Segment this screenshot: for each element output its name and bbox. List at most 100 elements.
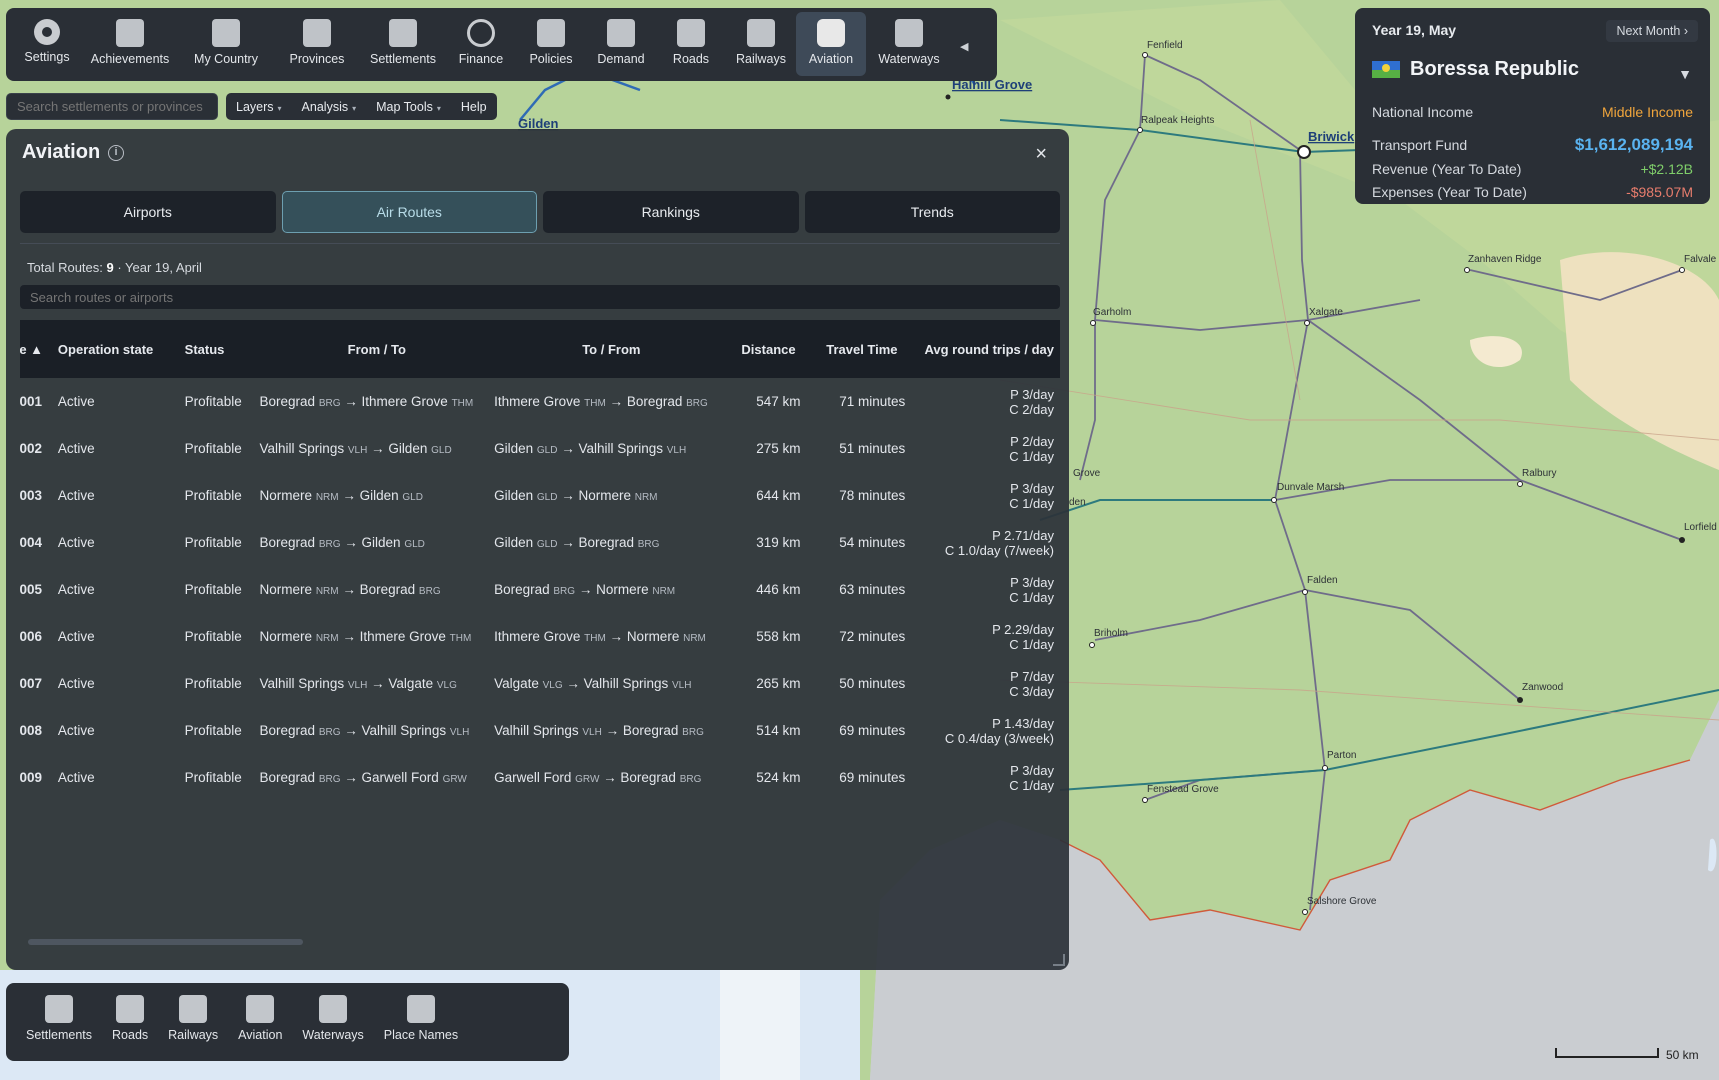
layer-waterways[interactable]: Waterways	[292, 995, 373, 1061]
collapse-toolbar-icon[interactable]: ◀	[960, 40, 968, 53]
airport-name: Ithmere Grove	[494, 629, 581, 644]
cargo-trips: C 1/day	[1009, 448, 1054, 464]
routes-summary: Total Routes: 9 · Year 19, April	[27, 260, 202, 275]
route-id: ·009	[20, 770, 43, 785]
menu-help[interactable]: Help	[461, 100, 487, 114]
chevron-down-icon: ▾	[352, 103, 357, 113]
layer-settlements[interactable]: Settlements	[16, 995, 102, 1061]
airport-name: Valhill Springs	[361, 723, 447, 738]
airport-code: GLD	[402, 492, 423, 503]
route-travel-time: 69 minutes	[839, 723, 906, 738]
toolbar-demand[interactable]: Demand	[586, 12, 656, 76]
cargo-trips: C 1/day	[1009, 636, 1054, 652]
toolbar-my-country[interactable]: My Country	[178, 12, 274, 76]
route-status: Profitable	[184, 535, 242, 550]
route-from-to: Boregrad BRG → Garwell Ford GRW	[259, 770, 467, 785]
toolbar-roads[interactable]: Roads	[656, 12, 726, 76]
info-icon[interactable]: i	[108, 145, 124, 161]
aviation-icon	[817, 19, 845, 47]
airport-code: THM	[449, 633, 472, 644]
airport-code: VLH	[666, 445, 687, 456]
table-row[interactable]: ·004 Active Profitable Boregrad BRG → Gilde…	[20, 519, 1060, 566]
toolbar-settlements[interactable]: Settlements	[360, 12, 446, 76]
operation-state: Active	[57, 629, 95, 644]
table-row[interactable]: ·001 Active Profitable Boregrad BRG → Ithme…	[20, 378, 1060, 425]
place-names-icon	[406, 995, 435, 1023]
layer-roads[interactable]: Roads	[102, 995, 158, 1061]
summary-date: · Year 19, April	[113, 260, 202, 275]
toolbar-provinces[interactable]: Provinces	[274, 12, 360, 76]
airport-name: Gilden	[494, 441, 534, 456]
column-header-distance[interactable]: Distance	[729, 342, 801, 357]
expenses-value: -$985.07M	[1626, 184, 1693, 200]
toolbar-settings[interactable]: Settings	[12, 12, 82, 76]
route-travel-time: 72 minutes	[839, 629, 906, 644]
route-to-from: Gilden GLD → Valhill Springs VLH	[494, 441, 687, 456]
toolbar-waterways[interactable]: Waterways	[866, 12, 952, 76]
national-income-value: Middle Income	[1601, 104, 1693, 120]
railways-icon	[747, 19, 775, 47]
table-row[interactable]: ·002 Active Profitable Valhill Springs VLH …	[20, 425, 1060, 472]
toolbar-railways[interactable]: Railways	[726, 12, 796, 76]
horizontal-scrollbar[interactable]	[28, 939, 303, 945]
tab-trends[interactable]: Trends	[804, 191, 1060, 233]
airport-code: VLH	[449, 727, 470, 738]
airport-name: Boregrad	[626, 394, 683, 409]
column-header-to-from[interactable]: To / From	[494, 342, 729, 357]
operation-state: Active	[57, 488, 95, 503]
route-to-from: Ithmere Grove THM → Boregrad BRG	[494, 394, 708, 409]
airport-code: BRG	[686, 398, 708, 409]
toolbar-aviation[interactable]: Aviation	[796, 12, 866, 76]
route-from-to: Normere NRM → Boregrad BRG	[259, 582, 441, 597]
waterways-icon	[895, 19, 923, 47]
route-search-input[interactable]	[20, 285, 1060, 309]
table-row[interactable]: ·003 Active Profitable Normere NRM → Gilden…	[20, 472, 1060, 519]
airport-name: Valhill Springs	[259, 676, 345, 691]
tab-rankings[interactable]: Rankings	[543, 191, 799, 233]
column-header-status[interactable]: Status	[185, 342, 260, 357]
route-id: ·002	[20, 441, 43, 456]
table-row[interactable]: ·007 Active Profitable Valhill Springs VLH …	[20, 660, 1060, 707]
menu-map-tools[interactable]: Map Tools ▾	[376, 100, 441, 114]
toolbar-policies[interactable]: Policies	[516, 12, 586, 76]
toolbar-finance[interactable]: Finance	[446, 12, 516, 76]
operation-state: Active	[57, 394, 95, 409]
layer-railways[interactable]: Railways	[158, 995, 228, 1061]
airport-code: VLG	[542, 680, 563, 691]
column-header-travel-time[interactable]: Travel Time	[800, 342, 905, 357]
table-row[interactable]: ·006 Active Profitable Normere NRM → Ithmer…	[20, 613, 1060, 660]
chevron-down-icon: ▾	[277, 103, 282, 113]
table-row[interactable]: ·005 Active Profitable Normere NRM → Boregr…	[20, 566, 1060, 613]
waterways-icon	[319, 995, 348, 1023]
column-header-operation-state[interactable]: Operation state	[58, 342, 185, 357]
map-label-falden: Falden	[1307, 575, 1338, 586]
airport-name: Normere	[626, 629, 680, 644]
table-row[interactable]: ·008 Active Profitable Boregrad BRG → Valhi…	[20, 707, 1060, 754]
column-header-from-to[interactable]: From / To	[260, 342, 495, 357]
country-dropdown-icon[interactable]: ▼	[1678, 66, 1692, 82]
close-button[interactable]: ×	[1035, 143, 1047, 166]
expenses-label: Expenses (Year To Date)	[1372, 184, 1527, 200]
toolbar-achievements[interactable]: Achievements	[82, 12, 178, 76]
layer-aviation[interactable]: Aviation	[228, 995, 292, 1061]
airport-code: BRG	[318, 398, 341, 409]
panel-title: Aviation	[22, 141, 101, 163]
next-month-button[interactable]: Next Month ›	[1606, 20, 1698, 42]
table-row[interactable]: ·009 Active Profitable Boregrad BRG → Garwe…	[20, 754, 1060, 801]
column-header-avg-round-trips[interactable]: Avg round trips / day	[905, 342, 1060, 357]
tab-air-routes[interactable]: Air Routes	[281, 191, 537, 233]
column-header-route[interactable]: te ▲	[20, 342, 58, 357]
table-body: ·001 Active Profitable Boregrad BRG → Ithme…	[20, 378, 1060, 801]
settlement-search-input[interactable]	[6, 93, 218, 120]
tab-airports[interactable]: Airports	[20, 191, 276, 233]
operation-state: Active	[57, 441, 95, 456]
cargo-trips: C 2/day	[1009, 401, 1054, 417]
layer-place-names[interactable]: Place Names	[374, 995, 468, 1061]
airport-name: Valhill Springs	[259, 441, 345, 456]
menu-layers[interactable]: Layers ▾	[236, 100, 282, 114]
resize-handle[interactable]	[1053, 954, 1065, 966]
toolbar-label: Demand	[597, 52, 645, 66]
menu-analysis[interactable]: Analysis ▾	[302, 100, 357, 114]
operation-state: Active	[57, 535, 95, 550]
airport-code: GRW	[442, 774, 467, 785]
